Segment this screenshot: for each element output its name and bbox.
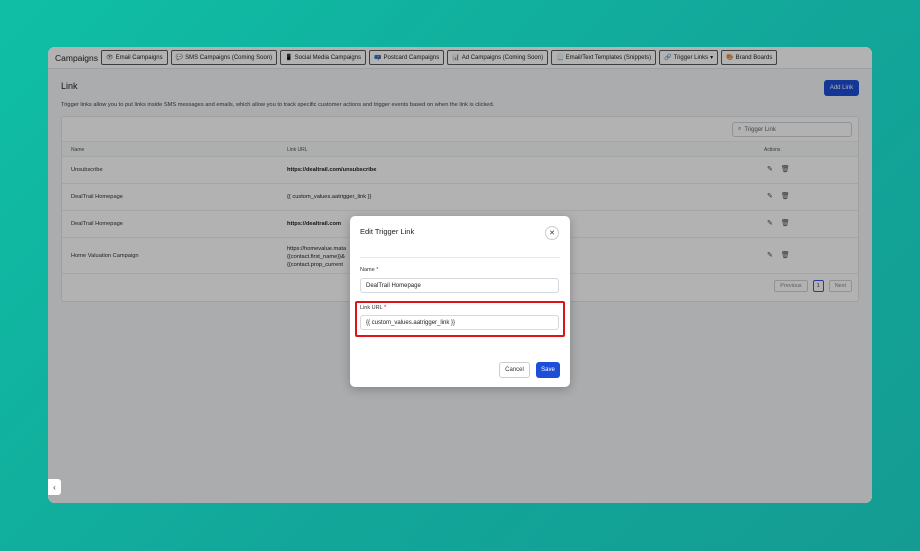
url-label-text: Link URL bbox=[360, 305, 383, 311]
name-label-text: Name bbox=[360, 267, 375, 273]
link-url-field[interactable]: {{ custom_values.aatrigger_link }} bbox=[360, 315, 559, 330]
url-label: Link URL * bbox=[360, 305, 386, 311]
modal-title: Edit Trigger Link bbox=[360, 227, 415, 236]
divider bbox=[360, 257, 560, 258]
edit-trigger-link-modal: Edit Trigger Link ✕ Name * DealTrail Hom… bbox=[350, 216, 570, 387]
required-mark: * bbox=[376, 267, 379, 273]
required-mark: * bbox=[383, 305, 387, 311]
name-field[interactable]: DealTrail Homepage bbox=[360, 278, 559, 293]
save-button[interactable]: Save bbox=[536, 362, 560, 378]
cancel-button[interactable]: Cancel bbox=[499, 362, 530, 378]
chevron-left-icon: ‹ bbox=[53, 482, 56, 492]
collapse-sidebar-button[interactable]: ‹ bbox=[48, 479, 61, 495]
close-button[interactable]: ✕ bbox=[545, 226, 559, 240]
name-label: Name * bbox=[360, 267, 378, 273]
close-icon: ✕ bbox=[549, 230, 555, 237]
